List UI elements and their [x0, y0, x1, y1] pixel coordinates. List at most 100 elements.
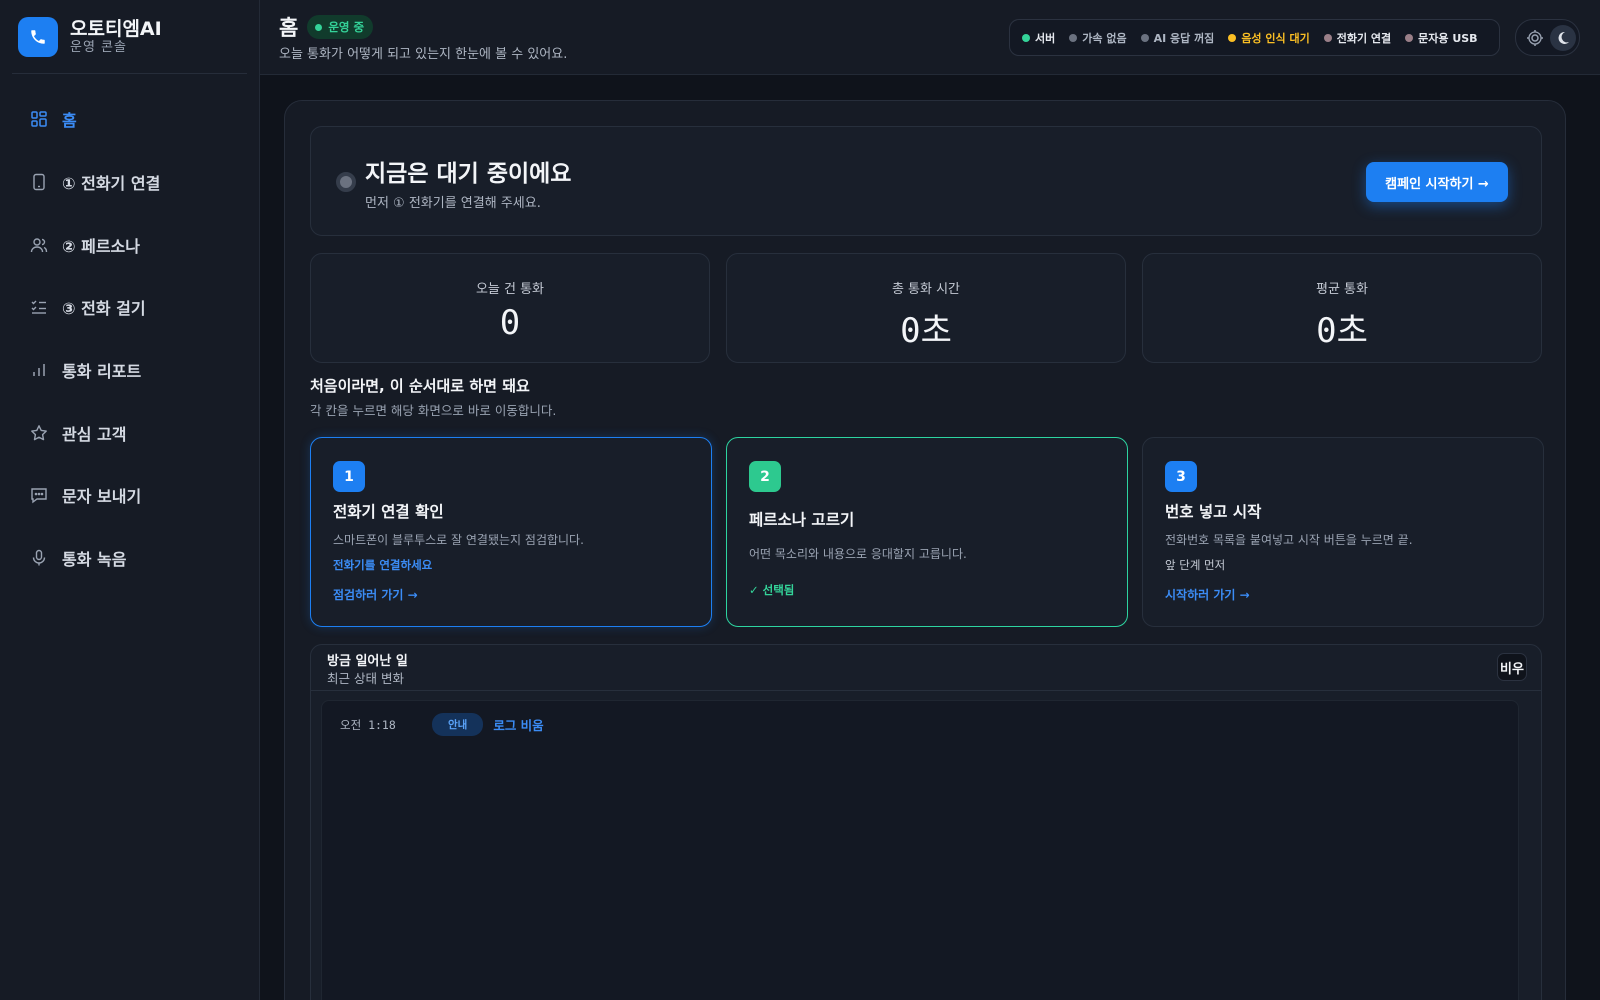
status-badge-label: 운영 중 [328, 20, 365, 34]
step-number-badge: 1 [333, 461, 365, 492]
system-status-server: 서버 [1022, 30, 1055, 46]
status-dot-icon [1323, 33, 1332, 42]
start-campaign-button[interactable]: 캠페인 시작하기 → [1366, 162, 1508, 202]
stat-value: 0초 [1316, 311, 1368, 351]
step-title: 전화기 연결 확인 [333, 503, 444, 521]
sidebar-item-label: 홈 [62, 111, 77, 131]
message-icon [30, 486, 48, 504]
guide-subtitle: 각 칸을 누르면 해당 화면으로 바로 이동합니다. [310, 403, 557, 418]
header: 홈 운영 중 오늘 통화가 어떻게 되고 있는지 한눈에 볼 수 있어요. 서버… [260, 0, 1600, 75]
status-dot-icon [1140, 33, 1149, 42]
sidebar-item-label: ① 전화기 연결 [62, 174, 161, 194]
sidebar-item-label: 통화 녹음 [62, 550, 127, 570]
sidebar-nav: 홈 ① 전화기 연결 ② 페르소나 ③ 전화 걸기 통화 리포트 관심 고객 문… [0, 88, 259, 590]
sidebar-item-label: 문자 보내기 [62, 487, 142, 507]
phone-logo-icon [18, 17, 58, 57]
system-status-phone: 전화기 연결 [1323, 30, 1392, 46]
stat-label: 오늘 건 통화 [475, 282, 545, 297]
sidebar-item-label: 통화 리포트 [62, 362, 142, 382]
home-grid-icon [30, 110, 48, 128]
stat-card-today-calls: 오늘 건 통화 0 [310, 253, 710, 363]
stat-card-total-time: 총 통화 시간 0초 [726, 253, 1126, 363]
brand-name: 오토티엠AI [70, 18, 162, 40]
sidebar-item-recording[interactable]: 통화 녹음 [0, 527, 259, 590]
hero-subtitle: 먼저 ① 전화기를 연결해 주세요. [365, 196, 541, 211]
status-dot-icon [1069, 33, 1078, 42]
system-status-acceleration: 가속 없음 [1069, 30, 1127, 46]
system-status-label: 전화기 연결 [1336, 31, 1392, 45]
system-status-usb: 문자용 USB [1405, 30, 1478, 46]
log-time: 오전 1:18 [340, 717, 396, 732]
step-card-start[interactable]: 3 번호 넣고 시작 전화번호 목록을 붙여넣고 시작 버튼을 누르면 끝. 앞… [1142, 437, 1544, 627]
sidebar-item-favorites[interactable]: 관심 고객 [0, 401, 259, 464]
microphone-icon [30, 549, 48, 567]
step-card-phone[interactable]: 1 전화기 연결 확인 스마트폰이 블루투스로 잘 연결됐는지 점검합니다. 전… [310, 437, 712, 627]
phone-device-icon [30, 173, 48, 191]
bar-chart-icon [30, 361, 48, 379]
guide-title: 처음이라면, 이 순서대로 하면 돼요 [310, 377, 530, 395]
log-message: 로그 비움 [493, 718, 544, 733]
step-link[interactable]: 점검하러 가기 → [333, 586, 418, 603]
step-card-persona[interactable]: 2 페르소나 고르기 어떤 목소리와 내용으로 응대할지 고릅니다. ✓ 선택됨 [726, 437, 1128, 627]
status-dot-icon [1228, 33, 1237, 42]
status-badge: 운영 중 [307, 15, 374, 39]
status-dot-icon [1405, 33, 1414, 42]
sidebar-item-persona[interactable]: ② 페르소나 [0, 213, 259, 276]
status-dot-icon [315, 23, 323, 31]
status-dot-icon [1022, 33, 1030, 42]
step-number-badge: 3 [1165, 461, 1197, 492]
system-status-label: 문자용 USB [1418, 31, 1478, 45]
system-status-label: 서버 [1035, 31, 1056, 45]
system-status-ai: AI 응답 꺼짐 [1140, 30, 1215, 46]
step-status: 앞 단계 먼저 [1165, 558, 1226, 572]
sidebar-item-label: ② 페르소나 [62, 236, 140, 256]
divider [311, 690, 1541, 691]
step-link[interactable]: 시작하러 가기 → [1165, 586, 1250, 603]
moon-icon[interactable] [1550, 25, 1576, 51]
stat-value: 0 [499, 303, 521, 343]
step-description: 전화번호 목록을 붙여넣고 시작 버튼을 누르면 끝. [1165, 533, 1413, 547]
checklist-icon [30, 298, 48, 316]
activity-panel: 방금 일어난 일 최근 상태 변화 비우 오전 1:18 안내 로그 비움 [310, 644, 1542, 1000]
step-status: ✓ 선택됨 [749, 583, 795, 597]
main-panel: 지금은 대기 중이에요 먼저 ① 전화기를 연결해 주세요. 캠페인 시작하기 … [284, 100, 1566, 1000]
status-hero-card: 지금은 대기 중이에요 먼저 ① 전화기를 연결해 주세요. 캠페인 시작하기 … [310, 126, 1542, 236]
sidebar-item-label: 관심 고객 [62, 424, 127, 444]
page-title: 홈 [279, 16, 299, 40]
log-tag: 안내 [432, 713, 484, 736]
list-item: 오전 1:18 안내 로그 비움 [340, 713, 544, 736]
stat-label: 평균 통화 [1316, 282, 1368, 297]
stat-card-average-call: 평균 통화 0초 [1142, 253, 1542, 363]
theme-toggle[interactable] [1515, 19, 1580, 56]
system-status-label: AI 응답 꺼짐 [1153, 31, 1215, 45]
brand: 오토티엠AI 운영 콘솔 [12, 0, 247, 74]
sun-icon[interactable] [1526, 29, 1544, 47]
sidebar-item-report[interactable]: 통화 리포트 [0, 339, 259, 402]
stat-label: 총 통화 시간 [891, 282, 961, 297]
step-number-badge: 2 [749, 461, 781, 492]
step-description: 어떤 목소리와 내용으로 응대할지 고릅니다. [749, 547, 967, 561]
sidebar-item-label: ③ 전화 걸기 [62, 299, 146, 319]
sidebar-item-sms[interactable]: 문자 보내기 [0, 464, 259, 527]
step-title: 번호 넣고 시작 [1165, 503, 1262, 521]
activity-log[interactable]: 오전 1:18 안내 로그 비움 [321, 700, 1519, 1000]
clear-log-button[interactable]: 비우 [1497, 653, 1527, 681]
sidebar-item-phone-connect[interactable]: ① 전화기 연결 [0, 151, 259, 214]
sidebar-item-home[interactable]: 홈 [0, 88, 259, 151]
system-status-label: 가속 없음 [1082, 31, 1127, 45]
page-subtitle: 오늘 통화가 어떻게 되고 있는지 한눈에 볼 수 있어요. [279, 47, 568, 62]
step-description: 스마트폰이 블루투스로 잘 연결됐는지 점검합니다. [333, 533, 584, 547]
step-status: 전화기를 연결하세요 [333, 558, 433, 572]
brand-subtitle: 운영 콘솔 [70, 40, 127, 55]
activity-subtitle: 최근 상태 변화 [327, 671, 404, 686]
system-status-stt: 음성 인식 대기 [1228, 30, 1310, 46]
sidebar: 오토티엠AI 운영 콘솔 홈 ① 전화기 연결 ② 페르소나 ③ 전화 걸기 통… [0, 0, 260, 1000]
stat-value: 0초 [900, 311, 952, 351]
sidebar-item-call[interactable]: ③ 전화 걸기 [0, 276, 259, 339]
star-icon [30, 424, 48, 442]
system-status-bar: 서버 가속 없음 AI 응답 꺼짐 음성 인식 대기 전화기 연결 문자용 US… [1009, 19, 1500, 56]
step-title: 페르소나 고르기 [749, 511, 855, 529]
activity-title: 방금 일어난 일 [327, 654, 408, 669]
idle-indicator-icon [336, 172, 356, 192]
system-status-label: 음성 인식 대기 [1241, 31, 1310, 45]
